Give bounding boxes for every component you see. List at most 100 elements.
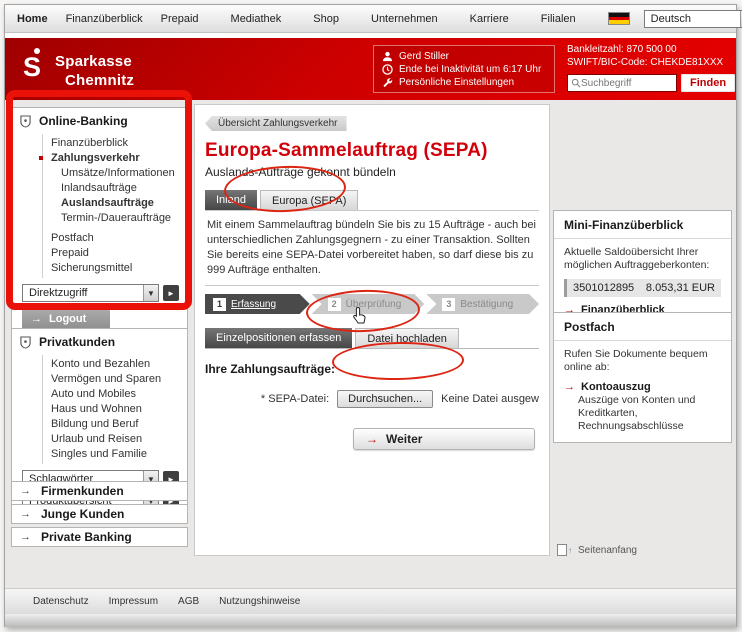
chevron-down-icon[interactable]: ▼ [143,285,158,301]
brand-header: S Sparkasse Chemnitz Gerd Stiller Ende b… [5,38,736,100]
nav-finanzueberblick[interactable]: Finanzüberblick [66,13,143,25]
page-title: Europa-Sammelauftrag (SEPA) [205,140,539,162]
go-arrow-button[interactable]: ► [163,285,179,301]
subtab-datei-hochladen[interactable]: Datei hochladen [355,328,459,348]
wizard-steps: 1 Erfassung 2 Überprüfung 3 Bestätigung [205,294,539,314]
sparkasse-s-icon: S [23,46,45,86]
sidebar-item-konto-bezahlen[interactable]: Konto und Bezahlen [51,357,187,372]
sidebar-item-postfach[interactable]: Postfach [51,231,187,246]
sidebar-item-singles-familie[interactable]: Singles und Familie [51,447,187,462]
session-timeout: Ende bei Inaktivität um 6:17 Uhr [399,63,541,76]
account-row[interactable]: 3501012895 8.053,31 EUR [564,279,721,297]
nav-shop[interactable]: Shop [313,13,339,25]
page-up-icon [557,544,567,556]
search-icon [571,78,581,88]
sidebar-item-termin-dauerauftraege[interactable]: Termin-/Daueraufträge [61,211,187,226]
postfach-title: Postfach [554,313,731,341]
postfach-desc: Rufen Sie Dokumente bequem online ab: [564,348,721,374]
arrow-right-icon: → [366,432,378,446]
user-icon [382,51,393,62]
logout-button[interactable]: → Logout [22,309,110,329]
page-subtitle: Auslands-Aufträge gekonnt bündeln [205,165,539,179]
back-to-top-link[interactable]: Seitenanfang [557,544,637,556]
footer-link-impressum[interactable]: Impressum [109,596,158,607]
subtab-einzelpositionen[interactable]: Einzelpositionen erfassen [205,328,352,348]
account-balance: 8.053,31 EUR [646,282,715,294]
sidebar-item-urlaub-reisen[interactable]: Urlaub und Reisen [51,432,187,447]
kontoauszug-link[interactable]: → Kontoauszug [564,381,721,393]
info-text: Mit einem Sammelauftrag bündeln Sie bis … [205,210,539,286]
personal-settings-link[interactable]: Persönliche Einstellungen [399,76,514,89]
tab-europa-sepa[interactable]: Europa (SEPA) [260,190,358,210]
content-panel: Übersicht Zahlungsverkehr Europa-Sammela… [194,104,550,556]
footer-link-nutzungshinweise[interactable]: Nutzungshinweise [219,596,300,607]
online-banking-panel: Online-Banking Finanzüberblick Zahlungsv… [11,107,188,338]
session-box: Gerd Stiller Ende bei Inaktivität um 6:1… [373,45,555,93]
sidebar-item-bildung-beruf[interactable]: Bildung und Beruf [51,417,187,432]
red-bullet-icon [39,156,43,160]
direktzugriff-select[interactable]: Direktzugriff ▼ [22,284,159,302]
step-erfassung: 1 Erfassung [205,294,310,314]
language-select-value: Deutsch [645,13,740,25]
sidebar-item-private-banking[interactable]: → Private Banking [11,527,188,547]
browser-viewport: Home Finanzüberblick Prepaid Mediathek S… [4,4,737,627]
nav-filialen[interactable]: Filialen [541,13,576,25]
browse-file-button[interactable]: Durchsuchen... [337,390,433,408]
nav-mediathek[interactable]: Mediathek [231,13,282,25]
swift-code: SWIFT/BIC-Code: CHEKDE81XXX [567,56,729,69]
sepa-file-label: * SEPA-Datei: [205,393,337,405]
language-select[interactable]: Deutsch ▼ [644,10,742,28]
shield-icon [20,115,31,128]
arrow-right-icon: → [20,508,31,520]
breadcrumb[interactable]: Übersicht Zahlungsverkehr [205,116,347,131]
arrow-right-icon: → [20,485,31,497]
search-submit-button[interactable]: Finden [681,74,735,92]
utility-bar: Home Finanzüberblick Prepaid Mediathek S… [5,5,736,33]
nav-unternehmen[interactable]: Unternehmen [371,13,438,25]
sidebar-item-prepaid[interactable]: Prepaid [51,246,187,261]
sidebar-item-vermoegen-sparen[interactable]: Vermögen und Sparen [51,372,187,387]
session-user: Gerd Stiller [399,50,449,63]
sidebar-item-junge-kunden[interactable]: → Junge Kunden [11,504,188,524]
wrench-icon [382,77,393,88]
clock-icon [382,64,393,75]
form-section-label: Ihre Zahlungsaufträge: [205,362,539,376]
sidebar-item-firmenkunden[interactable]: → Firmenkunden [11,481,188,501]
sidebar-item-sicherungsmittel[interactable]: Sicherungsmittel [51,261,187,276]
search-input[interactable] [581,78,667,89]
account-number: 3501012895 [573,282,634,294]
weiter-button[interactable]: → Weiter [353,428,535,450]
arrow-right-icon: → [564,381,575,393]
footer-link-agb[interactable]: AGB [178,596,199,607]
tab-inland[interactable]: Inland [205,190,257,210]
online-banking-title: Online-Banking [39,114,128,128]
sidebar-item-zahlungsverkehr[interactable]: Zahlungsverkehr [51,151,187,166]
brand-name: Sparkasse [55,52,134,71]
window-bottom-edge [5,614,736,627]
nav-prepaid[interactable]: Prepaid [161,13,199,25]
nav-home[interactable]: Home [17,13,48,25]
nav-karriere[interactable]: Karriere [470,13,509,25]
kontoauszug-desc: Auszüge von Konten und Kreditkarten, Rec… [578,394,721,433]
sidebar-item-umsaetze[interactable]: Umsätze/Informationen [61,166,187,181]
footer-link-datenschutz[interactable]: Datenschutz [33,596,89,607]
sidebar-item-haus-wohnen[interactable]: Haus und Wohnen [51,402,187,417]
postfach-panel: Postfach Rufen Sie Dokumente bequem onli… [553,312,732,443]
shield-icon [20,336,31,349]
step-ueberpruefung: 2 Überprüfung [312,294,425,314]
brand-city: Chemnitz [55,71,134,90]
mini-finanzueberblick-panel: Mini-Finanzüberblick Aktuelle Saldoübers… [553,210,732,326]
mini-finanz-desc: Aktuelle Saldoübersicht Ihrer möglichen … [564,246,721,272]
search-box [567,74,677,92]
sidebar-item-finanzueberblick[interactable]: Finanzüberblick [51,136,187,151]
bank-code: Bankleitzahl: 870 500 00 [567,43,729,56]
sidebar-item-inlandsauftraege[interactable]: Inlandsaufträge [61,181,187,196]
sparkasse-logo[interactable]: S Sparkasse Chemnitz [23,46,134,90]
german-flag-icon [608,12,630,25]
sidebar-item-auto-mobiles[interactable]: Auto und Mobiles [51,387,187,402]
mini-finanz-title: Mini-Finanzüberblick [554,211,731,239]
step-bestaetigung: 3 Bestätigung [426,294,539,314]
privatkunden-title: Privatkunden [39,335,115,349]
sidebar-item-auslandsauftraege[interactable]: Auslandsaufträge [61,196,187,211]
arrow-right-icon: → [20,531,31,543]
